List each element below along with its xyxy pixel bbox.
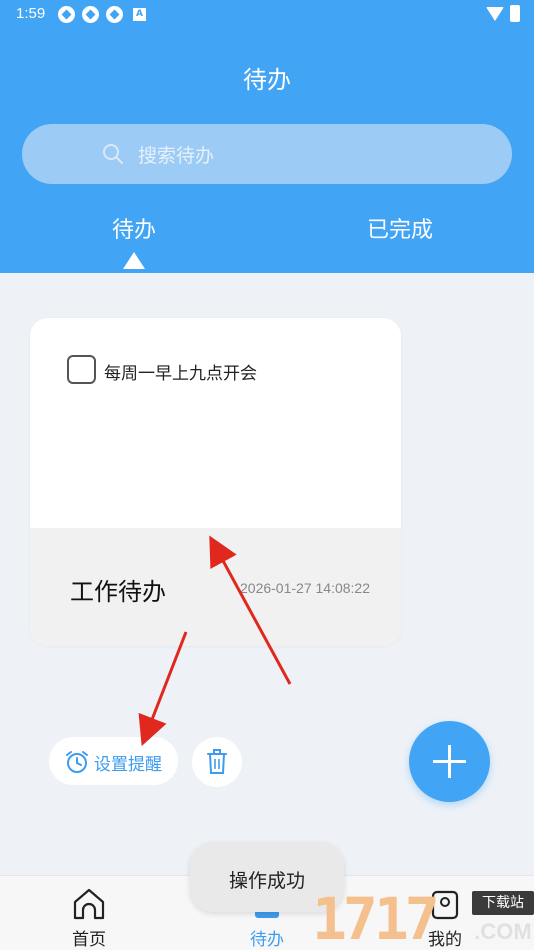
sync-icon <box>58 6 75 23</box>
sync-icon <box>106 6 123 23</box>
search-icon <box>103 144 123 164</box>
todo-card[interactable]: 每周一早上九点开会 工作待办 2026-01-27 14:08:22 <box>30 318 401 646</box>
todo-timestamp: 2026-01-27 14:08:22 <box>240 580 370 596</box>
wifi-icon <box>486 6 504 21</box>
battery-icon <box>510 5 520 22</box>
watermark-logo: 1717 下载站 .COM <box>312 888 534 950</box>
status-bar: 1:59 A <box>0 0 534 28</box>
card-footer: 工作待办 2026-01-27 14:08:22 <box>30 528 401 646</box>
status-time: 1:59 <box>16 5 46 22</box>
watermark-badge: 下载站 <box>472 891 534 915</box>
nav-todo-label: 待办 <box>250 930 284 950</box>
todo-category: 工作待办 <box>70 578 166 606</box>
watermark-domain: .COM <box>474 919 532 944</box>
todo-checkbox[interactable] <box>67 355 96 384</box>
tab-todo[interactable]: 待办 <box>90 212 178 244</box>
set-reminder-button[interactable]: 设置提醒 <box>49 737 178 785</box>
add-todo-button[interactable] <box>409 721 490 802</box>
header: 1:59 A 待办 搜索待办 待办 已完成 <box>0 0 534 273</box>
sync-icon <box>82 6 99 23</box>
page-title: 待办 <box>243 66 291 94</box>
nav-home[interactable]: 首页 <box>44 876 134 950</box>
status-right <box>486 5 520 22</box>
watermark-number: 1717 <box>312 885 440 950</box>
tab-indicator <box>123 252 145 269</box>
search-input[interactable]: 搜索待办 <box>22 124 512 184</box>
search-placeholder: 搜索待办 <box>138 145 215 167</box>
home-icon <box>73 888 105 920</box>
nav-home-label: 首页 <box>72 930 106 950</box>
trash-icon <box>207 749 227 774</box>
a-icon: A <box>133 8 146 21</box>
notification-icons: A <box>58 6 146 23</box>
alarm-clock-icon <box>66 751 88 773</box>
tab-completed[interactable]: 已完成 <box>345 212 455 244</box>
annotation-arrow <box>138 631 188 747</box>
plus-icon-vertical <box>448 745 451 778</box>
todo-item-text: 每周一早上九点开会 <box>104 364 257 384</box>
delete-button[interactable] <box>192 737 242 787</box>
set-reminder-label: 设置提醒 <box>94 755 162 775</box>
